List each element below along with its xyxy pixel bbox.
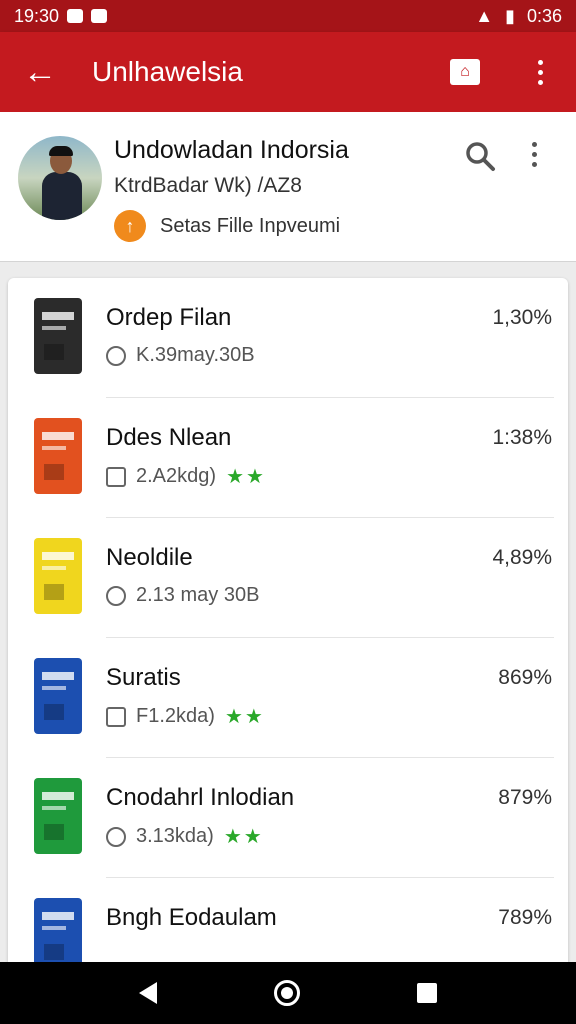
list-item[interactable]: Neoldile 2.13 may 30B 4,89% — [8, 518, 568, 638]
rating-stars: ★★ — [223, 826, 264, 848]
nav-back-icon[interactable] — [138, 982, 157, 1004]
profile-title: Undowladan Indorsia — [114, 136, 349, 164]
clock-icon — [106, 585, 126, 606]
back-arrow-icon[interactable]: ← — [0, 32, 80, 112]
system-nav-bar — [0, 962, 576, 1024]
clock-icon — [106, 345, 126, 366]
item-percent: 1:38% — [492, 426, 552, 449]
profile-status: ↑ Setas Fille Inpveumi — [114, 210, 340, 242]
account-icon[interactable]: ⌂ — [450, 59, 480, 85]
header-more-icon[interactable] — [532, 142, 537, 167]
book-cover-icon — [34, 538, 82, 614]
item-name: Neoldile — [106, 544, 193, 571]
item-name: Ddes Nlean — [106, 424, 232, 451]
item-meta: 2.A2kdg) ★★ — [106, 464, 266, 489]
item-percent: 1,30% — [492, 306, 552, 329]
item-meta-text: 2.13 may 30B — [136, 584, 260, 606]
image-icon — [106, 466, 126, 487]
list-item[interactable]: Suratis F1.2kda) ★★ 869% — [8, 638, 568, 758]
rating-stars: ★★ — [224, 706, 265, 728]
profile-subtitle: KtrdBadar Wk) /AZ8 — [114, 174, 302, 197]
profile-header: Undowladan Indorsia KtrdBadar Wk) /AZ8 ↑… — [0, 112, 576, 262]
book-cover-icon — [34, 778, 82, 854]
status-time: 19:30 — [14, 5, 60, 26]
item-meta: F1.2kda) ★★ — [106, 704, 265, 729]
item-name: Ordep Filan — [106, 304, 232, 331]
clock-icon — [106, 826, 126, 847]
image-icon — [106, 706, 126, 727]
rating-stars: ★★ — [226, 466, 266, 488]
app-title: Unlhawelsia — [92, 56, 243, 87]
notification-icon-2 — [91, 9, 108, 23]
item-meta: 2.13 may 30B — [106, 584, 269, 607]
item-meta-text: F1.2kda) — [136, 705, 215, 727]
avatar[interactable] — [18, 136, 102, 220]
battery-icon: ▮ — [505, 5, 515, 26]
item-percent: 879% — [498, 786, 552, 809]
item-percent: 869% — [498, 666, 552, 689]
list-item[interactable]: Ddes Nlean 2.A2kdg) ★★ 1:38% — [8, 398, 568, 518]
nav-home-icon[interactable] — [273, 980, 300, 1006]
item-percent: 4,89% — [492, 546, 552, 569]
item-meta: 3.13kda) ★★ — [106, 824, 264, 849]
item-name: Suratis — [106, 664, 181, 691]
book-cover-icon — [34, 658, 82, 734]
item-name: Cnodahrl Inlodian — [106, 784, 295, 811]
book-cover-icon — [34, 298, 82, 374]
item-meta-text: 3.13kda) — [136, 825, 214, 847]
item-percent: 789% — [498, 906, 552, 929]
item-meta-text: K.39may.30B — [136, 344, 255, 366]
upload-icon: ↑ — [114, 210, 146, 242]
item-meta-text: 2.A2kdg) — [136, 465, 217, 487]
list-item[interactable]: Ordep Filan K.39may.30B 1,30% — [8, 278, 568, 398]
nav-recents-icon[interactable] — [417, 983, 438, 1003]
item-meta: K.39may.30B — [106, 344, 265, 367]
book-cover-icon — [34, 418, 82, 494]
file-list: Ordep Filan K.39may.30B 1,30% Ddes Nlean… — [8, 278, 568, 978]
notification-icon — [67, 9, 84, 23]
status-bar: 19:30 ▲ ▮ 0:36 — [0, 0, 576, 32]
status-clock: 0:36 — [526, 5, 562, 26]
item-name: Bngh Eodaulam — [106, 904, 277, 931]
list-item[interactable]: Cnodahrl Inlodian 3.13kda) ★★ 879% — [8, 758, 568, 878]
app-bar: ← Unlhawelsia ⌂ — [0, 32, 576, 112]
search-icon[interactable] — [462, 138, 498, 174]
overflow-menu-icon[interactable] — [518, 59, 562, 85]
signal-icon: ▲ — [475, 5, 494, 26]
profile-status-text: Setas Fille Inpveumi — [160, 214, 341, 237]
